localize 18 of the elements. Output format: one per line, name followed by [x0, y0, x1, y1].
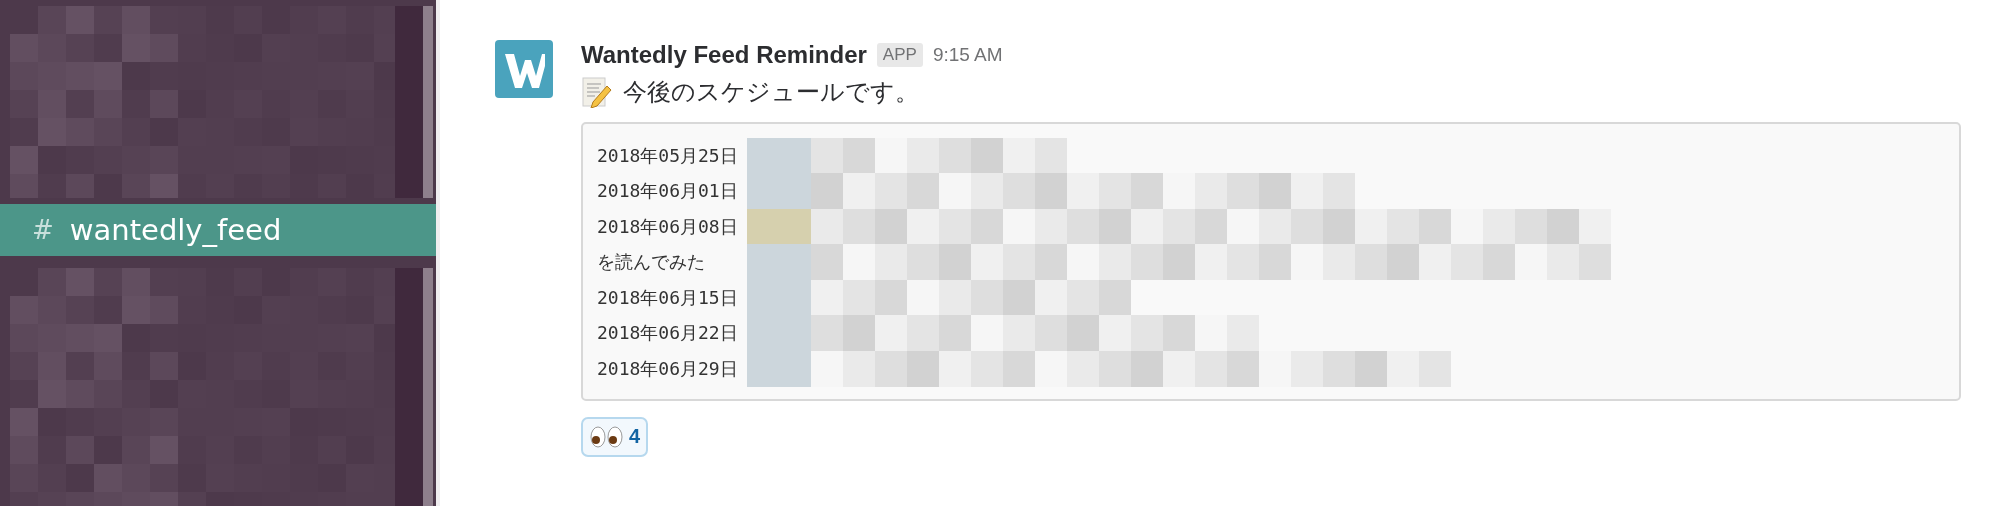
- code-line: 2018年06月08日: [597, 214, 739, 239]
- app-badge: APP: [876, 43, 923, 67]
- app-avatar-icon: [495, 40, 553, 98]
- code-line: 2018年06月22日: [597, 321, 739, 346]
- channel-item[interactable]: # wantedly_feed: [0, 204, 436, 256]
- timestamp[interactable]: 9:15 AM: [932, 44, 1003, 66]
- sender-name[interactable]: Wantedly Feed Reminder: [581, 41, 867, 69]
- code-line: 2018年06月15日: [597, 285, 739, 310]
- reaction-button[interactable]: 4: [581, 416, 649, 457]
- message-text: 今後のスケジュールです。: [623, 77, 919, 108]
- channel-name: wantedly_feed: [69, 213, 282, 248]
- code-line: 2018年05月25日: [597, 143, 739, 168]
- code-line: 2018年06月29日: [597, 356, 739, 381]
- eyes-icon: [589, 424, 625, 449]
- memo-pencil-icon: [581, 76, 613, 108]
- code-line: 2018年06月01日: [597, 179, 739, 204]
- hash-icon: #: [32, 215, 54, 246]
- code-line: を読んでみた: [597, 250, 706, 275]
